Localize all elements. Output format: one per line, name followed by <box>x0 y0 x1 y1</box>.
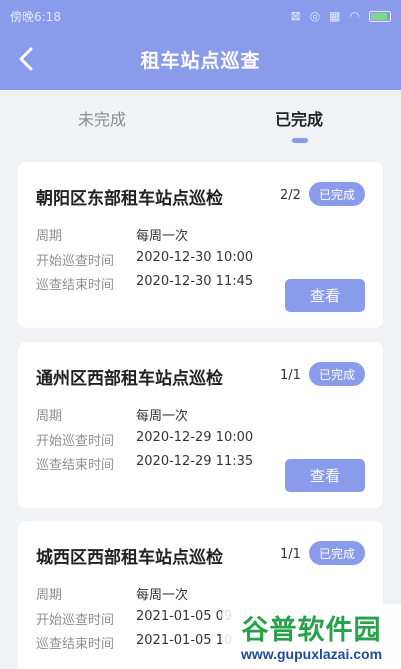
status-bar: 傍晚6:18 ⊠ ◎ ▦ ◠ <box>0 0 401 32</box>
tab-complete[interactable]: 已完成 <box>275 106 323 130</box>
end-time-label: 巡查结束时间 <box>36 278 115 293</box>
status-badge: 已完成 <box>309 541 365 565</box>
battery-icon <box>369 10 391 22</box>
start-time-label: 开始巡查时间 <box>36 434 115 449</box>
alarm-icon: ◎ <box>309 9 321 23</box>
tab-active-indicator <box>292 138 308 143</box>
card-count: 1/1 <box>280 547 301 562</box>
watermark-logo: 谷普软件园 www.gupuxlazai.com <box>222 604 401 669</box>
tab-bar: 未完成 已完成 <box>0 90 401 150</box>
period-value: 每周一次 <box>136 409 189 424</box>
start-time-label: 开始巡查时间 <box>36 613 115 628</box>
status-badge: 已完成 <box>309 182 365 206</box>
inspection-card: 通州区西部租车站点巡检 1/1 已完成 周期 每周一次 开始巡查时间 2020-… <box>18 342 383 508</box>
end-time-label: 巡查结束时间 <box>36 637 115 652</box>
start-time-value: 2021-01-05 09 <box>136 609 233 624</box>
back-button[interactable] <box>14 46 40 72</box>
tab-incomplete[interactable]: 未完成 <box>78 106 126 130</box>
signal-icon: ▦ <box>329 9 341 23</box>
nav-bar: 租车站点巡查 <box>0 34 401 84</box>
card-title: 城西区西部租车站点巡检 <box>36 548 223 568</box>
status-time: 傍晚6:18 <box>10 9 61 24</box>
start-time-value: 2020-12-30 10:00 <box>136 250 254 265</box>
start-time-label: 开始巡查时间 <box>36 254 115 269</box>
card-title: 朝阳区东部租车站点巡检 <box>36 189 223 209</box>
wifi-icon: ◠ <box>349 9 360 23</box>
end-time-value: 2021-01-05 10 <box>136 633 233 648</box>
start-time-value: 2020-12-29 10:00 <box>136 430 254 445</box>
inspection-card: 朝阳区东部租车站点巡检 2/2 已完成 周期 每周一次 开始巡查时间 2020-… <box>18 162 383 328</box>
watermark-title: 谷普软件园 <box>241 615 382 646</box>
watermark-url: www.gupuxlazai.com <box>240 646 383 662</box>
end-time-value: 2020-12-30 11:45 <box>136 274 254 289</box>
view-button[interactable]: 查看 <box>285 279 365 312</box>
end-time-label: 巡查结束时间 <box>36 458 115 473</box>
period-value: 每周一次 <box>136 229 189 244</box>
end-time-value: 2020-12-29 11:35 <box>136 454 254 469</box>
card-title: 通州区西部租车站点巡检 <box>36 369 223 389</box>
period-label: 周期 <box>36 588 63 603</box>
period-label: 周期 <box>36 409 63 424</box>
header: 傍晚6:18 ⊠ ◎ ▦ ◠ 租车站点巡查 <box>0 0 401 90</box>
card-count: 1/1 <box>280 368 301 383</box>
mute-icon: ⊠ <box>290 9 301 23</box>
period-value: 每周一次 <box>136 588 189 603</box>
card-count: 2/2 <box>280 188 301 203</box>
status-icons: ⊠ ◎ ▦ ◠ <box>291 9 391 23</box>
view-button[interactable]: 查看 <box>285 459 365 492</box>
period-label: 周期 <box>36 229 63 244</box>
status-badge: 已完成 <box>309 362 365 386</box>
chevron-left-icon <box>19 47 33 71</box>
page-title: 租车站点巡查 <box>140 49 261 72</box>
